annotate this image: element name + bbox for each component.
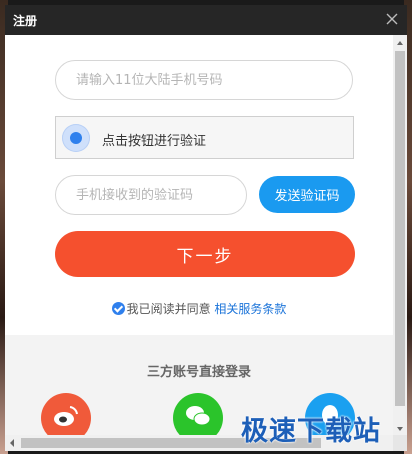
sms-code-input[interactable]: [55, 175, 247, 215]
phone-input[interactable]: [55, 60, 353, 100]
captcha-verify-button[interactable]: 点击按钮进行验证: [55, 116, 354, 159]
terms-link[interactable]: 相关服务条款: [214, 302, 286, 316]
close-icon[interactable]: [383, 10, 401, 28]
weibo-icon[interactable]: [41, 393, 91, 435]
agree-check-icon[interactable]: [111, 302, 125, 315]
third-party-title: 三方账号直接登录: [146, 365, 251, 380]
scroll-corner: [393, 435, 407, 451]
dialog-title: 注册: [13, 14, 38, 28]
captcha-icon: [62, 124, 90, 152]
vertical-scrollbar[interactable]: [393, 35, 407, 435]
agreement-text: 我已阅读并同意: [126, 302, 211, 316]
form-content: 点击按钮进行验证 发送验证码 下一步 我已阅读并同意 相关服务条款 三方账号直接…: [5, 35, 393, 435]
captcha-label: 点击按钮进行验证: [102, 134, 207, 149]
watermark: 极速下载站: [241, 416, 381, 447]
register-dialog: 注册 点击按钮进行验证 发送验证码 下一步 我已阅读并同意 相关服务条款 三方账…: [5, 5, 407, 451]
scroll-up-icon[interactable]: [393, 35, 407, 49]
title-bar: 注册: [5, 5, 407, 35]
next-step-button[interactable]: 下一步: [55, 231, 355, 277]
scroll-down-icon[interactable]: [393, 421, 407, 435]
wechat-icon[interactable]: [173, 393, 223, 435]
agreement-row: 我已阅读并同意 相关服务条款: [5, 300, 393, 317]
vertical-scroll-thumb[interactable]: [395, 51, 405, 406]
send-code-button[interactable]: 发送验证码: [259, 176, 355, 213]
scroll-left-icon[interactable]: [5, 435, 19, 451]
